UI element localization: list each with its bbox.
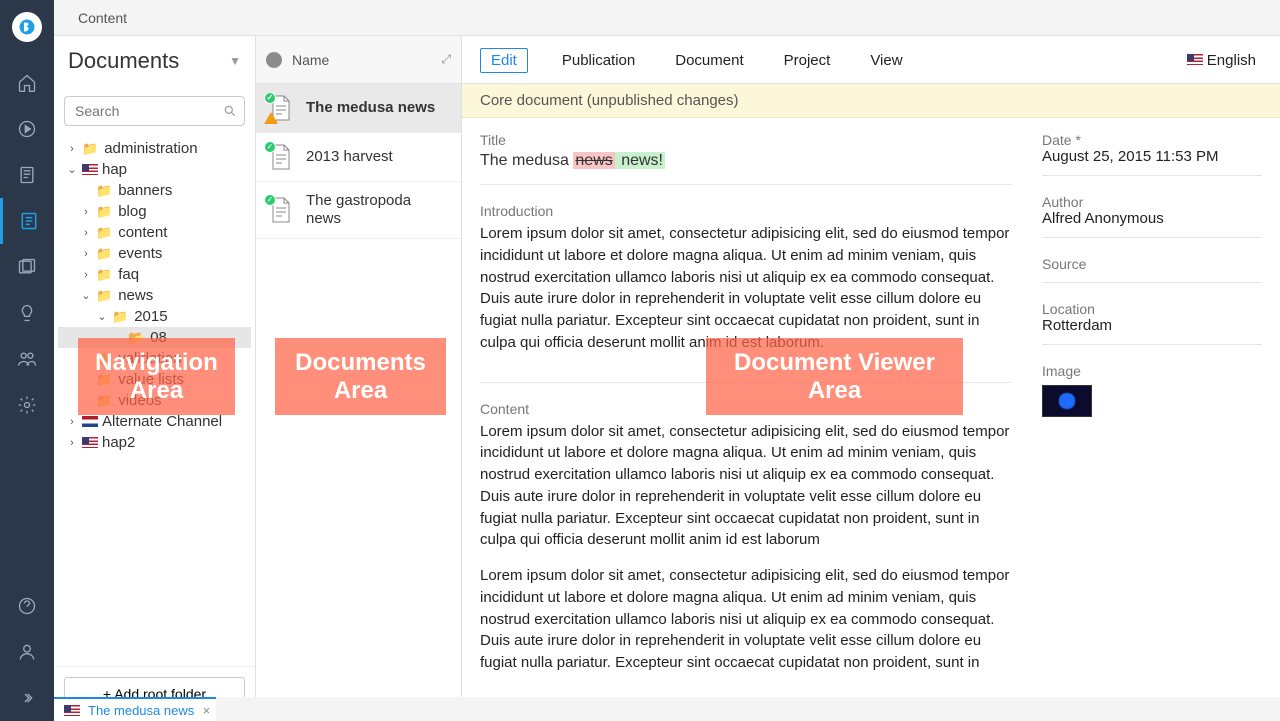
folder-icon: 📁 bbox=[96, 183, 112, 199]
document-icon bbox=[268, 196, 294, 224]
meta-label-source: Source bbox=[1042, 256, 1262, 272]
close-tab-icon[interactable]: × bbox=[203, 703, 211, 718]
open-document-tab[interactable]: The medusa news × bbox=[54, 697, 216, 721]
tree-item-hap2[interactable]: ›hap2 bbox=[58, 432, 251, 453]
meta-value-author: Alfred Anonymous bbox=[1042, 210, 1262, 227]
rail-expand[interactable] bbox=[0, 675, 54, 721]
meta-label-image: Image bbox=[1042, 363, 1262, 379]
expand-pane-icon[interactable]: ⤢ bbox=[441, 52, 451, 67]
tree-item-content[interactable]: ›📁content bbox=[58, 222, 251, 243]
diff-deleted: news bbox=[573, 152, 614, 169]
menu-language[interactable]: English bbox=[1181, 48, 1262, 73]
document-icon bbox=[268, 94, 294, 122]
breadcrumb: Content bbox=[78, 10, 127, 26]
meta-label-author: Author bbox=[1042, 194, 1262, 210]
expand-icon[interactable]: › bbox=[66, 143, 78, 155]
folder-icon: 📁 bbox=[96, 267, 112, 283]
topbar: Content bbox=[54, 0, 1280, 36]
folder-icon: 📁 bbox=[96, 246, 112, 262]
document-item[interactable]: The gastropoda news bbox=[256, 182, 461, 239]
expand-icon[interactable]: › bbox=[80, 248, 92, 260]
meta-value-date: August 25, 2015 11:53 PM bbox=[1042, 148, 1262, 165]
rail-channels[interactable] bbox=[0, 106, 54, 152]
column-name[interactable]: Name bbox=[292, 52, 329, 68]
tree-item-news[interactable]: ⌄📁news bbox=[58, 285, 251, 306]
field-value-content: Lorem ipsum dolor sit amet, consectetur … bbox=[480, 565, 1012, 674]
field-label-introduction: Introduction bbox=[480, 203, 1012, 219]
viewer-menu: Edit Publication Document Project View E… bbox=[462, 36, 1280, 84]
search-input[interactable] bbox=[64, 96, 245, 126]
published-badge-icon bbox=[264, 194, 276, 206]
flag-nl-icon bbox=[82, 416, 98, 427]
document-item[interactable]: The medusa news bbox=[256, 84, 461, 133]
flag-us-icon bbox=[82, 164, 98, 175]
field-value-introduction: Lorem ipsum dolor sit amet, consectetur … bbox=[480, 223, 1012, 354]
field-value-content: Lorem ipsum dolor sit amet, consectetur … bbox=[480, 421, 1012, 552]
tree-item-2015[interactable]: ⌄📁2015 bbox=[58, 306, 251, 327]
docs-header: Name ⤢ bbox=[256, 36, 461, 84]
published-badge-icon bbox=[264, 92, 276, 104]
rail-workflow[interactable] bbox=[0, 152, 54, 198]
left-rail bbox=[0, 0, 54, 721]
folder-icon: 📁 bbox=[96, 288, 112, 304]
image-thumbnail[interactable] bbox=[1042, 385, 1092, 417]
flag-us-icon bbox=[1187, 54, 1203, 65]
folder-icon: 📁 bbox=[82, 141, 98, 157]
meta-value-location: Rotterdam bbox=[1042, 317, 1262, 334]
expand-icon[interactable]: › bbox=[80, 227, 92, 239]
diff-inserted: news! bbox=[615, 152, 665, 169]
field-label-title: Title bbox=[480, 132, 1012, 148]
rail-users[interactable] bbox=[0, 336, 54, 382]
menu-view[interactable]: View bbox=[864, 48, 908, 73]
document-icon bbox=[268, 143, 294, 171]
rail-content[interactable] bbox=[0, 198, 54, 244]
collapse-icon[interactable]: ⌄ bbox=[96, 310, 108, 323]
menu-edit[interactable]: Edit bbox=[480, 48, 528, 73]
tree-item-faq[interactable]: ›📁faq bbox=[58, 264, 251, 285]
meta-label-location: Location bbox=[1042, 301, 1262, 317]
status-column-icon[interactable] bbox=[266, 52, 282, 68]
flag-us-icon bbox=[64, 705, 80, 716]
collapse-icon[interactable]: ⌄ bbox=[80, 289, 92, 302]
document-item[interactable]: 2013 harvest bbox=[256, 133, 461, 182]
warning-badge-icon bbox=[264, 112, 278, 124]
search-icon bbox=[223, 104, 237, 118]
rail-help[interactable] bbox=[0, 583, 54, 629]
expand-icon[interactable]: › bbox=[80, 206, 92, 218]
flag-us-icon bbox=[82, 437, 98, 448]
rail-settings[interactable] bbox=[0, 382, 54, 428]
nav-header[interactable]: Documents ▼ bbox=[54, 36, 255, 86]
folder-icon: 📁 bbox=[112, 309, 128, 325]
overlay-label-viewer: Document Viewer Area bbox=[706, 338, 963, 415]
expand-icon[interactable]: › bbox=[66, 416, 78, 428]
menu-project[interactable]: Project bbox=[778, 48, 837, 73]
app-logo bbox=[12, 12, 42, 42]
bottom-tabs: The medusa news × bbox=[54, 697, 1280, 721]
tree-item-blog[interactable]: ›📁blog bbox=[58, 201, 251, 222]
menu-document[interactable]: Document bbox=[669, 48, 749, 73]
tree-item-hap[interactable]: ⌄hap bbox=[58, 159, 251, 180]
rail-home[interactable] bbox=[0, 60, 54, 106]
rail-assets[interactable] bbox=[0, 244, 54, 290]
status-banner: Core document (unpublished changes) bbox=[462, 84, 1280, 118]
field-value-title: The medusa news news! bbox=[480, 152, 1012, 170]
tree-item-administration[interactable]: ›📁administration bbox=[58, 138, 251, 159]
expand-icon[interactable]: › bbox=[80, 269, 92, 281]
collapse-icon[interactable]: ⌄ bbox=[66, 163, 78, 176]
tree-item-banners[interactable]: 📁banners bbox=[58, 180, 251, 201]
menu-publication[interactable]: Publication bbox=[556, 48, 641, 73]
tree-item-events[interactable]: ›📁events bbox=[58, 243, 251, 264]
folder-icon: 📁 bbox=[96, 204, 112, 220]
expand-icon[interactable]: › bbox=[66, 437, 78, 449]
rail-ideas[interactable] bbox=[0, 290, 54, 336]
nav-title: Documents bbox=[68, 48, 179, 74]
rail-account[interactable] bbox=[0, 629, 54, 675]
overlay-label-documents: Documents Area bbox=[275, 338, 446, 415]
published-badge-icon bbox=[264, 141, 276, 153]
chevron-down-icon: ▼ bbox=[229, 54, 241, 68]
meta-label-date: Date * bbox=[1042, 132, 1262, 148]
folder-icon: 📁 bbox=[96, 225, 112, 241]
overlay-label-navigation: Navigation Area bbox=[78, 338, 235, 415]
